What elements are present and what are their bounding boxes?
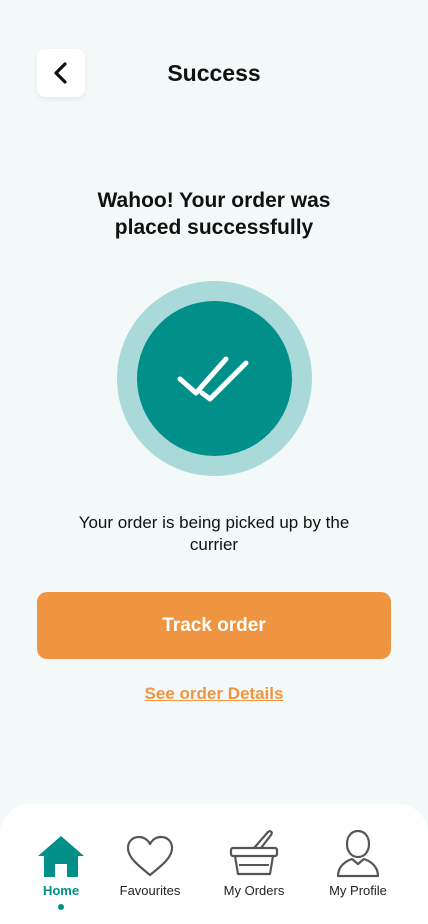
- success-badge-inner: [137, 301, 292, 456]
- nav-item-my-orders[interactable]: My Orders: [219, 826, 289, 898]
- nav-label-home: Home: [42, 883, 80, 898]
- nav-label-my-orders: My Orders: [223, 883, 285, 898]
- see-order-details-link[interactable]: See order Details: [0, 684, 428, 704]
- basket-icon: [229, 830, 279, 876]
- page-title: Success: [167, 60, 261, 86]
- track-order-button[interactable]: Track order: [37, 592, 391, 659]
- nav-item-home[interactable]: Home: [36, 826, 86, 910]
- nav-item-favourites[interactable]: Favourites: [117, 826, 183, 898]
- success-headline: Wahoo! Your order was placed successfull…: [97, 189, 331, 239]
- bottom-nav: Home Favourites My Orders My Profile: [0, 804, 428, 924]
- user-icon: [336, 829, 380, 878]
- success-badge: [117, 281, 312, 476]
- order-status-text: Your order is being picked up by the cur…: [78, 513, 350, 554]
- nav-label-my-profile: My Profile: [329, 883, 387, 898]
- nav-label-favourites: Favourites: [119, 883, 181, 898]
- double-check-icon: [177, 356, 248, 401]
- nav-item-my-profile[interactable]: My Profile: [322, 826, 394, 898]
- active-indicator-dot: [58, 904, 64, 910]
- home-icon: [38, 836, 84, 877]
- heart-icon: [126, 835, 174, 877]
- success-screen: Success Wahoo! Your order was placed suc…: [0, 0, 428, 924]
